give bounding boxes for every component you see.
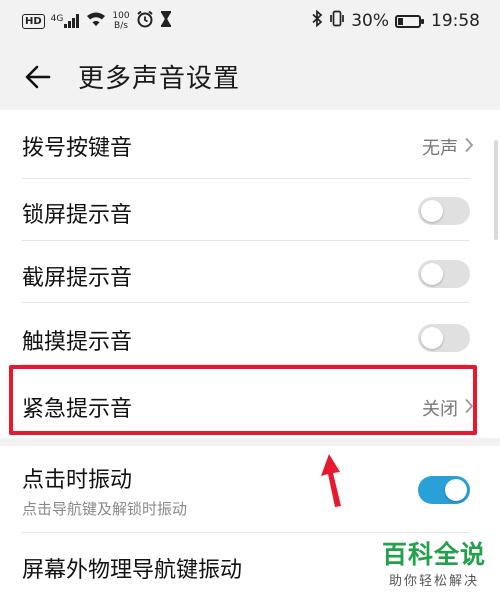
divider — [22, 240, 470, 241]
battery-fill — [398, 17, 403, 25]
divider — [22, 178, 470, 179]
screenshot-sound-toggle[interactable] — [418, 260, 470, 288]
setting-value: 无声 — [422, 138, 458, 159]
hd-badge: HD — [22, 13, 45, 29]
toggle-knob — [421, 263, 443, 285]
setting-label: 拨号按键音 — [22, 136, 133, 161]
setting-row-dial-keypad[interactable]: 拨号按键音 无声 — [0, 110, 500, 178]
annotation-arrow-icon — [321, 454, 341, 507]
wifi-icon — [86, 12, 106, 31]
status-bar-right: 30% 19:58 — [312, 9, 480, 32]
cellular-signal-icon: 4G — [51, 14, 81, 28]
click-vibration-toggle[interactable] — [418, 476, 470, 504]
clock: 19:58 — [431, 11, 480, 31]
network-speed-unit: B/s — [114, 21, 128, 31]
network-type-label: 4G — [50, 14, 64, 24]
setting-row-click-vibration[interactable]: 点击时振动 点击导航键及解锁时振动 — [0, 446, 500, 531]
lock-screen-sound-toggle[interactable] — [418, 197, 470, 225]
back-button[interactable] — [24, 63, 52, 91]
scrollbar[interactable] — [494, 140, 498, 240]
battery-percent: 30% — [351, 11, 389, 31]
toggle-knob — [445, 479, 467, 501]
setting-label: 点击时振动 — [22, 468, 133, 493]
vibrate-icon — [329, 10, 345, 32]
hourglass-icon — [160, 11, 172, 31]
setting-description: 点击导航键及解锁时振动 — [22, 500, 188, 518]
status-bar-left: HD 4G 100 B/s — [22, 10, 172, 32]
highlight-box — [9, 365, 477, 435]
watermark-title: 百科全说 — [381, 540, 486, 569]
touch-sound-toggle[interactable] — [418, 324, 470, 352]
back-arrow-icon — [25, 65, 51, 89]
divider — [22, 302, 470, 303]
network-speed-value: 100 — [112, 11, 130, 21]
watermark-tagline: 助你轻松解决 — [388, 574, 479, 589]
page-title: 更多声音设置 — [78, 64, 241, 94]
network-speed: 100 B/s — [112, 11, 129, 31]
setting-label: 屏幕外物理导航键振动 — [22, 558, 243, 583]
setting-label: 触摸提示音 — [22, 330, 133, 355]
setting-label: 锁屏提示音 — [22, 203, 133, 228]
bluetooth-icon — [312, 9, 323, 32]
watermark-logo: 百科全说 助你轻松解决 — [382, 540, 486, 589]
chevron-right-icon — [465, 137, 474, 153]
alarm-icon — [136, 10, 154, 32]
toggle-knob — [421, 327, 443, 349]
setting-label: 截屏提示音 — [22, 266, 133, 291]
status-bar: HD 4G 100 B/s 30% 19:58 — [0, 0, 500, 44]
toggle-knob — [421, 200, 443, 222]
battery-icon — [395, 14, 424, 28]
title-bar: 更多声音设置 — [0, 44, 500, 110]
